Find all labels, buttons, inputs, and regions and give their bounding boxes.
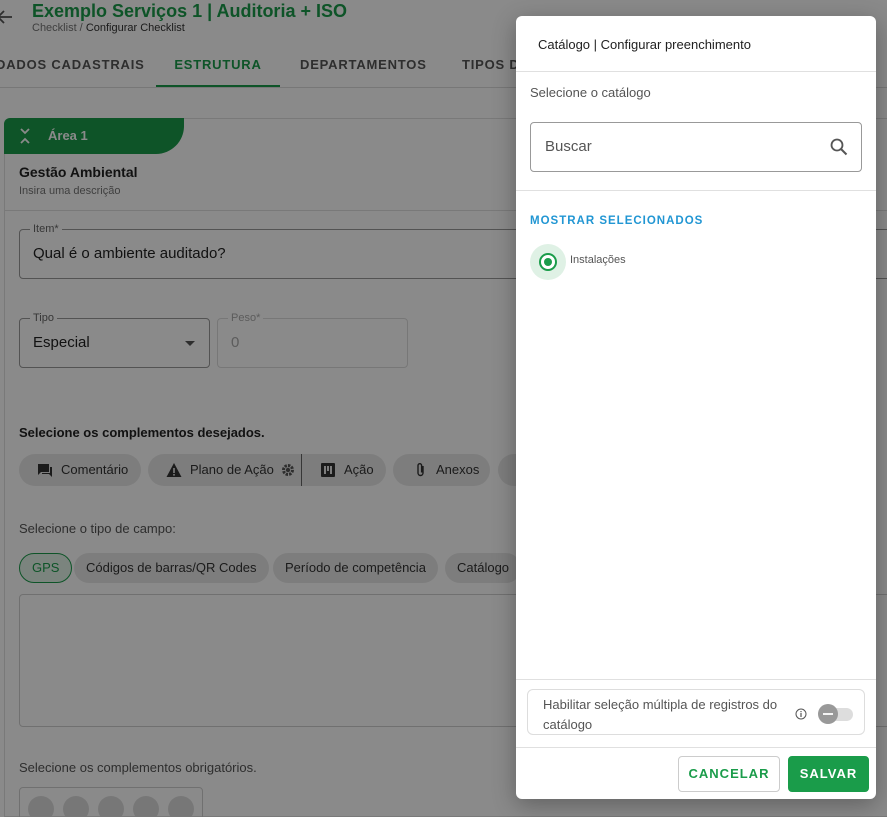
multi-select-setting: Habilitar seleção múltipla de registros … bbox=[527, 689, 865, 735]
divider bbox=[516, 679, 876, 680]
dialog-title: Catálogo | Configurar preenchimento bbox=[538, 37, 751, 52]
radio-selected-icon bbox=[539, 253, 557, 271]
show-selected-link[interactable]: MOSTRAR SELECIONADOS bbox=[530, 215, 703, 227]
save-button[interactable]: SALVAR bbox=[788, 756, 869, 792]
catalog-option-label[interactable]: Instalações bbox=[570, 254, 626, 266]
search-icon[interactable] bbox=[829, 137, 849, 157]
divider bbox=[516, 747, 876, 748]
search-placeholder: Buscar bbox=[545, 138, 592, 155]
cancel-button[interactable]: CANCELAR bbox=[678, 756, 780, 792]
catalog-search-input[interactable]: Buscar bbox=[530, 122, 862, 172]
info-icon[interactable] bbox=[795, 708, 807, 720]
dialog-subtitle: Selecione o catálogo bbox=[530, 85, 651, 100]
multi-select-label: Habilitar seleção múltipla de registros … bbox=[543, 697, 778, 732]
catalog-dialog: Catálogo | Configurar preenchimento Sele… bbox=[516, 16, 876, 799]
toggle-knob[interactable] bbox=[818, 704, 838, 724]
catalog-option-radio[interactable] bbox=[530, 244, 566, 280]
divider bbox=[516, 71, 876, 72]
divider bbox=[516, 190, 876, 191]
